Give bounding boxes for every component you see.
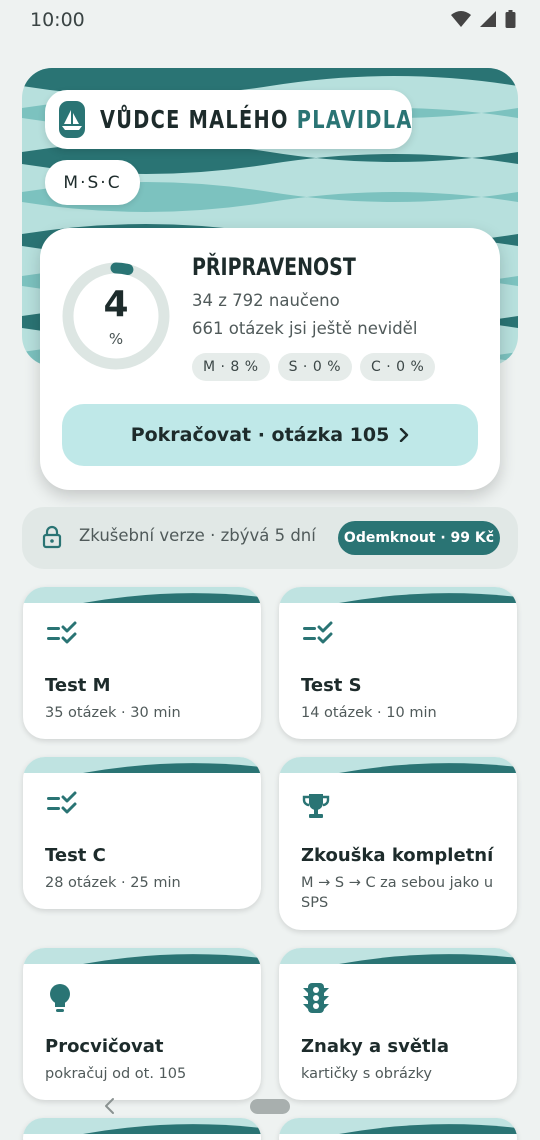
status-icons (451, 10, 516, 28)
tile-signs-lights[interactable]: Znaky a světla kartičky s obrázky (279, 948, 517, 1100)
tile-subtitle: 35 otázek · 30 min (45, 705, 181, 721)
trial-text: Zkušební verze · zbývá 5 dní (79, 526, 316, 545)
tile-next-right[interactable] (279, 1118, 517, 1140)
unseen-count: 661 otázek jsi ještě neviděl (192, 319, 418, 338)
continue-button-label: Pokračovat · otázka 105 (130, 424, 390, 446)
tile-wave (23, 948, 261, 964)
tile-subtitle: M → S → C za sebou jako u SPS (301, 875, 494, 911)
tile-test-m[interactable]: Test M 35 otázek · 30 min (23, 587, 261, 739)
app-title-accent: PLAVIDLA (296, 105, 413, 134)
levels-badge: M·S·C (45, 160, 140, 205)
chip-c: C · 0 % (360, 353, 436, 381)
trophy-icon (302, 794, 330, 818)
tile-next-left[interactable] (23, 1118, 261, 1140)
tile-title: Procvičovat (45, 1036, 164, 1057)
tile-title: Test S (301, 675, 362, 696)
chevron-right-icon (400, 428, 409, 442)
tile-title: Test M (45, 675, 111, 696)
tile-test-c[interactable]: Test C 28 otázek · 25 min (23, 757, 261, 909)
app-title-main: VŮDCE MALÉHO (100, 105, 297, 134)
tile-subtitle: 14 otázek · 10 min (301, 705, 437, 721)
app-title: VŮDCE MALÉHO PLAVIDLA (100, 105, 413, 134)
trial-bar: Zkušební verze · zbývá 5 dní Odemknout ·… (22, 507, 518, 569)
battery-icon (505, 10, 516, 28)
continue-button[interactable]: Pokračovat · otázka 105 (62, 404, 478, 466)
tile-wave (279, 757, 517, 773)
checklist-icon (47, 791, 77, 814)
tile-wave (279, 587, 517, 603)
readiness-percent-unit: % (108, 330, 124, 348)
checklist-icon (47, 621, 77, 644)
status-bar: 10:00 (0, 0, 540, 40)
tile-full-exam[interactable]: Zkouška kompletní M → S → C za sebou jak… (279, 757, 517, 930)
chip-m: M · 8 % (192, 353, 270, 381)
traffic-light-icon (303, 983, 329, 1013)
readiness-card: 4 % PŘIPRAVENOST 34 z 792 naučeno 661 ot… (40, 228, 500, 490)
readiness-title: PŘIPRAVENOST (192, 253, 356, 281)
wifi-icon (451, 11, 471, 27)
tile-subtitle: 28 otázek · 25 min (45, 875, 181, 891)
nav-home-handle[interactable] (250, 1099, 290, 1114)
signal-icon (480, 11, 496, 27)
tile-practice[interactable]: Procvičovat pokračuj od ot. 105 (23, 948, 261, 1100)
tile-title: Znaky a světla (301, 1036, 449, 1057)
tile-wave (23, 587, 261, 603)
checklist-icon (303, 621, 333, 644)
lightbulb-icon (50, 984, 70, 1012)
unlock-button[interactable]: Odemknout · 99 Kč (338, 521, 500, 555)
tile-title: Zkouška kompletní (301, 845, 494, 866)
readiness-percent: 4 (103, 284, 129, 325)
tile-wave (279, 1118, 517, 1134)
sailboat-logo-icon (59, 101, 85, 138)
lock-icon (42, 525, 62, 549)
status-time: 10:00 (30, 9, 85, 31)
level-chips: M · 8 % S · 0 % C · 0 % (192, 353, 436, 381)
tile-wave (23, 1118, 261, 1134)
tile-wave (279, 948, 517, 964)
tile-title: Test C (45, 845, 106, 866)
app-title-pill: VŮDCE MALÉHO PLAVIDLA (45, 90, 412, 149)
tile-wave (23, 757, 261, 773)
learned-count: 34 z 792 naučeno (192, 291, 340, 310)
tile-subtitle: pokračuj od ot. 105 (45, 1066, 187, 1082)
nav-back-icon[interactable] (103, 1097, 117, 1115)
tile-subtitle: kartičky s obrázky (301, 1066, 432, 1082)
chip-s: S · 0 % (277, 353, 352, 381)
tile-test-s[interactable]: Test S 14 otázek · 10 min (279, 587, 517, 739)
